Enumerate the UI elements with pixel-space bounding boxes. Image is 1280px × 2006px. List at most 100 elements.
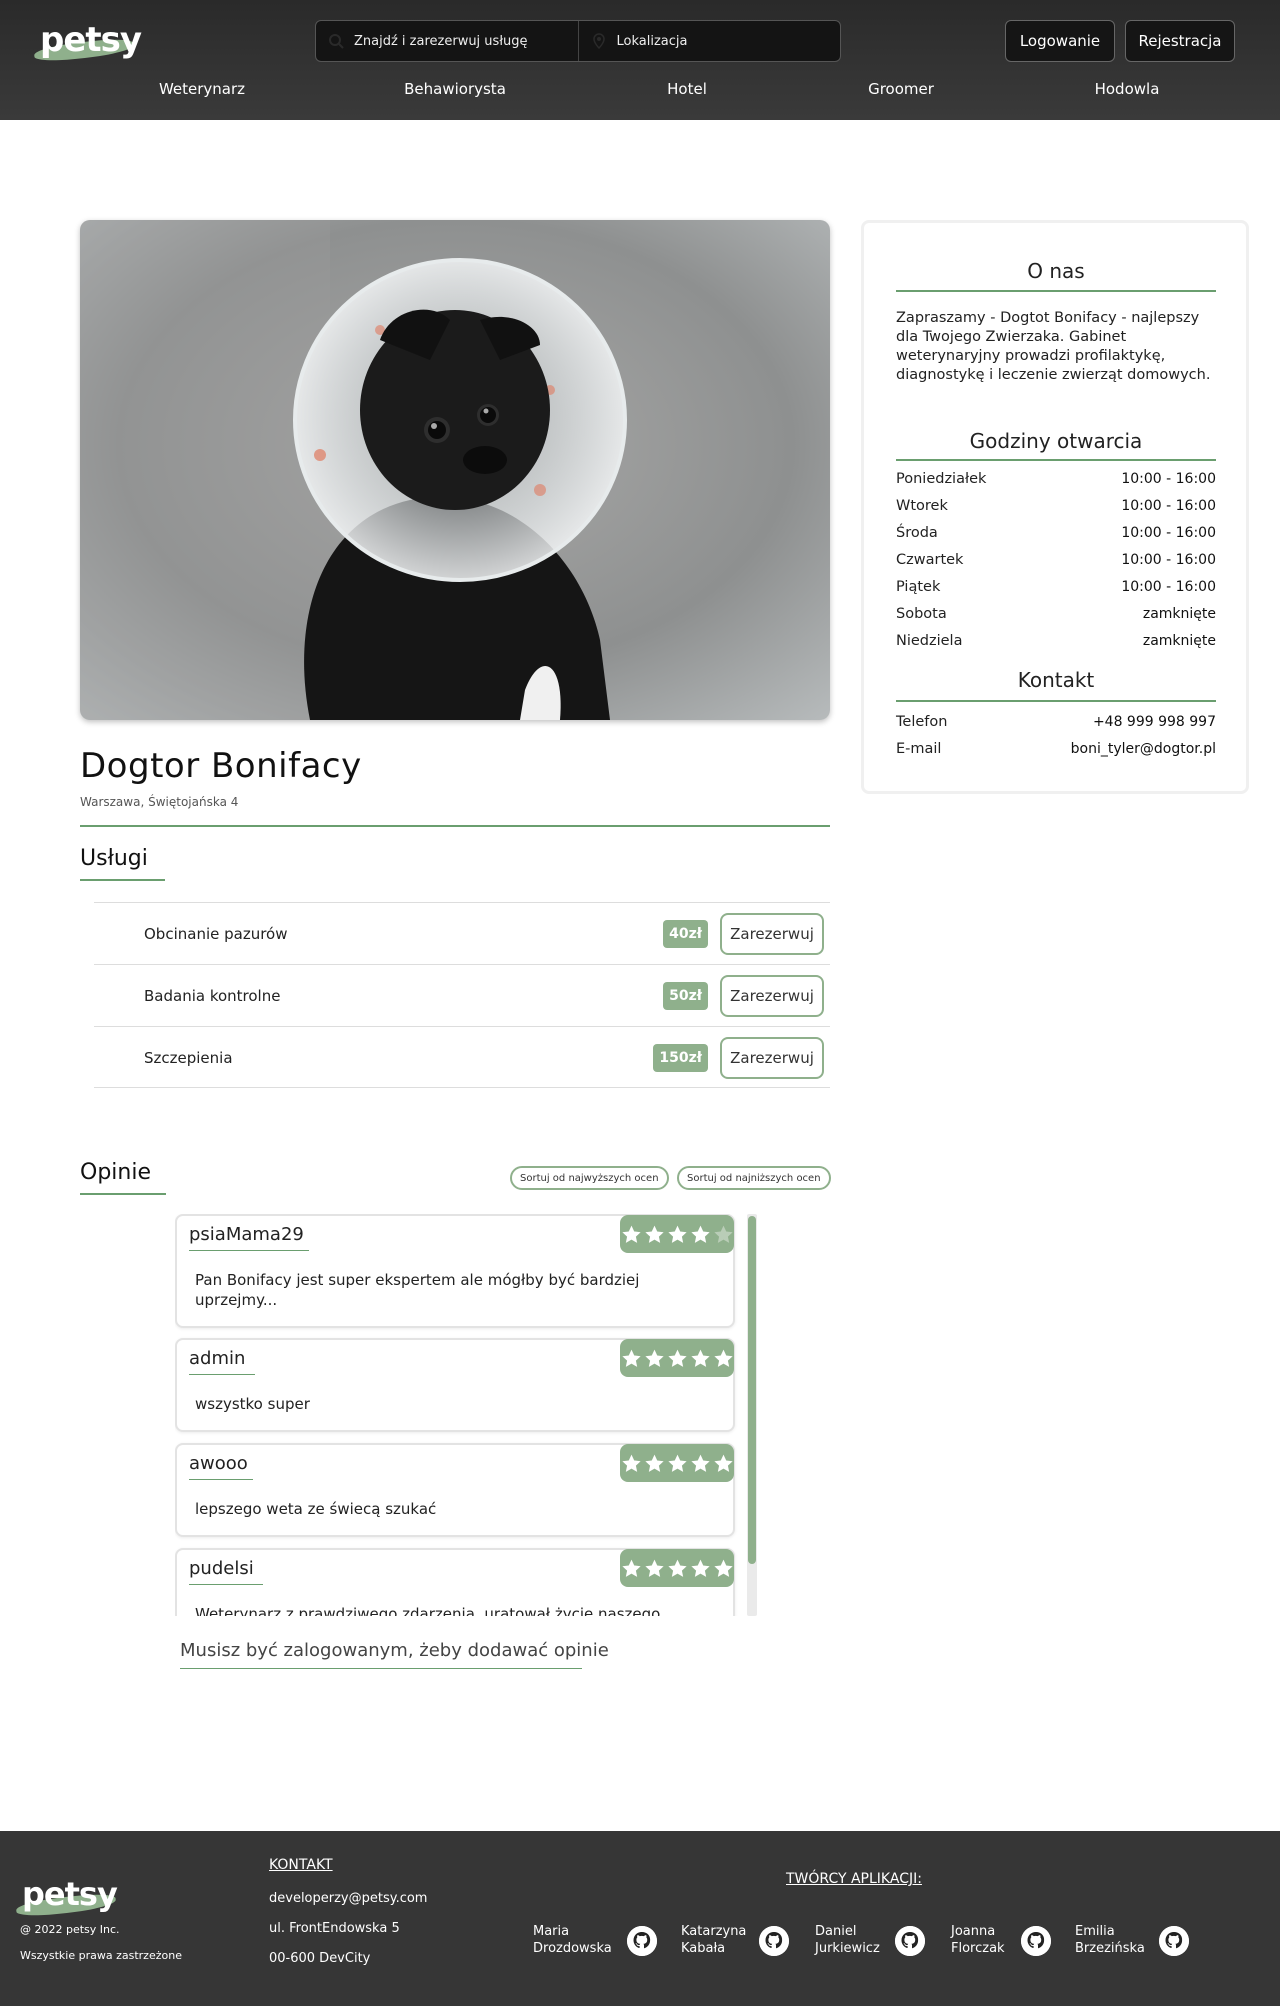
about-heading: O nas — [1027, 259, 1085, 283]
nav-weterynarz[interactable]: Weterynarz — [159, 80, 245, 98]
github-icon[interactable] — [1021, 1926, 1051, 1956]
footer-contact-heading[interactable]: KONTAKT — [269, 1857, 333, 1873]
star-icon — [667, 1559, 687, 1577]
github-icon[interactable] — [627, 1926, 657, 1956]
star-icon — [713, 1454, 733, 1472]
github-icon[interactable] — [895, 1926, 925, 1956]
star-icon — [713, 1559, 733, 1577]
contact-divider — [896, 700, 1216, 702]
review-username: psiaMama29 — [189, 1224, 309, 1251]
review-text: lepszego weta ze świecą szukać — [195, 1500, 437, 1518]
reviews-scrollbar[interactable] — [747, 1214, 757, 1616]
review-text: wszystko super — [195, 1395, 310, 1413]
location-pin-icon — [591, 33, 607, 50]
star-icon — [690, 1454, 710, 1472]
review-username-text: pudelsi — [189, 1558, 254, 1579]
reserve-button[interactable]: Zarezerwuj — [720, 1037, 824, 1079]
business-photo — [80, 220, 830, 720]
hours-day: Środa — [896, 525, 938, 541]
service-row: Badania kontrolne 50zł Zarezerwuj — [94, 964, 830, 1026]
nav-hodowla[interactable]: Hodowla — [1095, 80, 1160, 98]
location-input[interactable]: Lokalizacja — [577, 21, 841, 61]
email-address[interactable]: boni_tyler@dogtor.pl — [1071, 741, 1216, 757]
footer-logo[interactable]: petsy — [15, 1875, 120, 1919]
footer-email[interactable]: developerzy@petsy.com — [269, 1891, 427, 1906]
review-card: admin wszystko super — [175, 1338, 735, 1432]
service-name: Badania kontrolne — [144, 987, 281, 1005]
title-divider — [80, 825, 830, 827]
login-button[interactable]: Logowanie — [1005, 20, 1115, 62]
service-row: Obcinanie pazurów 40zł Zarezerwuj — [94, 902, 830, 964]
creator-name: Katarzyna Kabała — [681, 1923, 771, 1957]
hours-divider — [896, 459, 1216, 461]
rights-text: Wszystkie prawa zastrzeżone — [20, 1949, 182, 1962]
register-button[interactable]: Rejestracja — [1125, 20, 1235, 62]
star-icon — [713, 1225, 733, 1243]
service-price-badge: 50zł — [663, 982, 708, 1010]
nav-hotel[interactable]: Hotel — [667, 80, 707, 98]
hours-heading: Godziny otwarcia — [969, 429, 1143, 453]
creator-item: Maria Drozdowska — [533, 1923, 661, 1963]
hours-day: Czwartek — [896, 552, 964, 568]
service-search-input[interactable]: Znajdź i zarezerwuj usługę — [316, 21, 578, 61]
star-icon — [644, 1454, 664, 1472]
contact-row: E-mail boni_tyler@dogtor.pl — [896, 741, 1216, 761]
phone-number[interactable]: +48 999 998 997 — [1093, 714, 1216, 730]
reserve-button[interactable]: Zarezerwuj — [720, 913, 824, 955]
reviews-scrollbar-thumb[interactable] — [748, 1216, 756, 1564]
petsy-logo[interactable]: petsy — [33, 20, 142, 64]
star-icon — [621, 1559, 641, 1577]
nav-groomer[interactable]: Groomer — [868, 80, 934, 98]
creator-item: Emilia Brzezińska — [1075, 1923, 1193, 1963]
star-icon — [667, 1225, 687, 1243]
star-icon — [667, 1454, 687, 1472]
review-username-underline — [189, 1250, 309, 1251]
star-icon — [644, 1349, 664, 1367]
star-icon — [713, 1349, 733, 1367]
star-icon — [644, 1225, 664, 1243]
hours-row: Sobota zamknięte — [896, 606, 1216, 626]
star-rating — [620, 1339, 734, 1377]
sort-highest-button[interactable]: Sortuj od najwyższych ocen — [510, 1166, 669, 1190]
star-rating — [620, 1549, 734, 1587]
review-username-underline — [189, 1374, 255, 1375]
hours-row: Niedziela zamknięte — [896, 633, 1216, 653]
github-icon[interactable] — [1159, 1926, 1189, 1956]
contact-label: E-mail — [896, 741, 942, 757]
reviews-list[interactable]: psiaMama29 Pan Bonifacy jest super ekspe… — [175, 1214, 757, 1616]
creator-last-name: Brzezińska — [1075, 1941, 1145, 1956]
login-note-underline — [180, 1668, 582, 1669]
review-text: Pan Bonifacy jest super ekspertem ale mó… — [195, 1271, 640, 1309]
review-username: pudelsi — [189, 1558, 263, 1585]
creator-first-name: Maria — [533, 1924, 570, 1939]
search-icon — [328, 33, 344, 49]
star-icon — [667, 1349, 687, 1367]
search-bar: Znajdź i zarezerwuj usługę Lokalizacja — [315, 20, 841, 62]
hours-day: Sobota — [896, 606, 947, 622]
hours-time: 10:00 - 16:00 — [1121, 579, 1216, 595]
contact-label: Telefon — [896, 714, 948, 730]
contact-row: Telefon +48 999 998 997 — [896, 714, 1216, 734]
github-icon[interactable] — [759, 1926, 789, 1956]
hours-time: zamknięte — [1142, 606, 1216, 622]
contact-heading: Kontakt — [1017, 668, 1095, 692]
hours-time: 10:00 - 16:00 — [1121, 471, 1216, 487]
services-heading: Usługi — [80, 846, 165, 881]
star-rating — [620, 1215, 734, 1253]
review-username-underline — [189, 1584, 263, 1585]
sort-lowest-button[interactable]: Sortuj od najniższych ocen — [677, 1166, 831, 1190]
footer: petsy @ 2022 petsy Inc. Wszystkie prawa … — [0, 1831, 1280, 2006]
business-address: Warszawa, Świętojańska 4 — [80, 795, 239, 809]
reserve-button[interactable]: Zarezerwuj — [720, 975, 824, 1017]
hours-day: Wtorek — [896, 498, 948, 514]
hours-time: 10:00 - 16:00 — [1121, 552, 1216, 568]
top-header: petsy Znajdź i zarezerwuj usługę Lokaliz… — [0, 0, 1280, 120]
creator-last-name: Florczak — [951, 1941, 1005, 1956]
review-username: awooo — [189, 1453, 253, 1480]
star-icon — [644, 1559, 664, 1577]
nav-behawiorysta[interactable]: Behawiorysta — [404, 80, 506, 98]
hours-time: 10:00 - 16:00 — [1121, 525, 1216, 541]
services-heading-underline — [80, 879, 165, 881]
review-card: psiaMama29 Pan Bonifacy jest super ekspe… — [175, 1214, 735, 1328]
hours-row: Piątek 10:00 - 16:00 — [896, 579, 1216, 599]
